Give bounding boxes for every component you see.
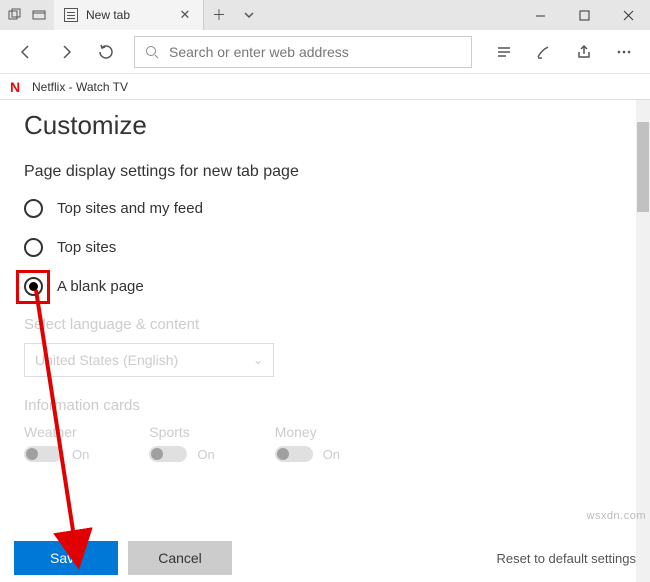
footer-bar: Save Cancel Reset to default settings xyxy=(0,534,650,582)
window-titlebar: New tab ✕ ＋ xyxy=(0,0,650,30)
tab-title: New tab xyxy=(86,8,130,22)
option-label: A blank page xyxy=(57,278,144,295)
option-top-sites[interactable]: Top sites xyxy=(24,238,626,257)
close-tab-icon[interactable]: ✕ xyxy=(177,7,193,23)
close-window-button[interactable] xyxy=(606,0,650,30)
tab-preview-icon[interactable] xyxy=(30,6,48,24)
toggle-state: On xyxy=(72,447,89,462)
page-subtitle: Page display settings for new tab page xyxy=(24,163,626,181)
card-title: Sports xyxy=(149,424,214,440)
cancel-button[interactable]: Cancel xyxy=(128,541,232,575)
scroll-thumb[interactable] xyxy=(637,122,649,212)
browser-toolbar: Search or enter web address xyxy=(0,30,650,74)
option-label: Top sites and my feed xyxy=(57,200,203,217)
save-button[interactable]: Save xyxy=(14,541,118,575)
search-icon xyxy=(145,45,159,59)
language-select[interactable]: United States (English) ⌄ xyxy=(24,343,274,377)
option-blank-page[interactable]: A blank page xyxy=(24,277,626,296)
browser-tab[interactable]: New tab ✕ xyxy=(54,0,204,30)
reset-defaults-link[interactable]: Reset to default settings xyxy=(497,551,636,566)
netflix-logo-icon: N xyxy=(10,80,24,94)
forward-button[interactable] xyxy=(48,34,84,70)
tab-menu-chevron-icon[interactable] xyxy=(234,0,264,30)
language-value: United States (English) xyxy=(35,352,178,368)
toggle-sports[interactable] xyxy=(149,446,187,462)
address-bar[interactable]: Search or enter web address xyxy=(134,36,472,68)
toggle-state: On xyxy=(197,447,214,462)
share-icon[interactable] xyxy=(566,34,602,70)
reading-list-icon[interactable] xyxy=(486,34,522,70)
card-money: Money On xyxy=(275,424,340,462)
window-controls xyxy=(518,0,650,30)
tab-actions: ＋ xyxy=(204,0,264,30)
toggle-money[interactable] xyxy=(275,446,313,462)
more-icon[interactable] xyxy=(606,34,642,70)
toggle-state: On xyxy=(323,447,340,462)
card-title: Money xyxy=(275,424,340,440)
page-icon xyxy=(64,8,78,22)
task-view-icon[interactable] xyxy=(6,6,24,24)
maximize-button[interactable] xyxy=(562,0,606,30)
settings-panel: Customize Page display settings for new … xyxy=(0,100,650,582)
address-placeholder: Search or enter web address xyxy=(169,44,349,60)
radio-icon xyxy=(24,277,43,296)
minimize-button[interactable] xyxy=(518,0,562,30)
watermark: wsxdn.com xyxy=(586,510,646,522)
refresh-button[interactable] xyxy=(88,34,124,70)
chevron-down-icon: ⌄ xyxy=(253,353,263,367)
titlebar-left xyxy=(0,0,54,30)
option-top-sites-feed[interactable]: Top sites and my feed xyxy=(24,199,626,218)
card-title: Weather xyxy=(24,424,89,440)
cards-section-label: Information cards xyxy=(24,397,626,414)
radio-icon xyxy=(24,199,43,218)
page-title: Customize xyxy=(24,110,626,141)
site-title: Netflix - Watch TV xyxy=(32,80,128,94)
new-tab-button[interactable]: ＋ xyxy=(204,0,234,30)
reading-bar: N Netflix - Watch TV xyxy=(0,74,650,100)
option-label: Top sites xyxy=(57,239,116,256)
back-button[interactable] xyxy=(8,34,44,70)
language-section-label: Select language & content xyxy=(24,316,626,333)
card-sports: Sports On xyxy=(149,424,214,462)
info-cards-row: Weather On Sports On Money On xyxy=(24,424,626,462)
notes-icon[interactable] xyxy=(526,34,562,70)
card-weather: Weather On xyxy=(24,424,89,462)
radio-icon xyxy=(24,238,43,257)
toggle-weather[interactable] xyxy=(24,446,62,462)
